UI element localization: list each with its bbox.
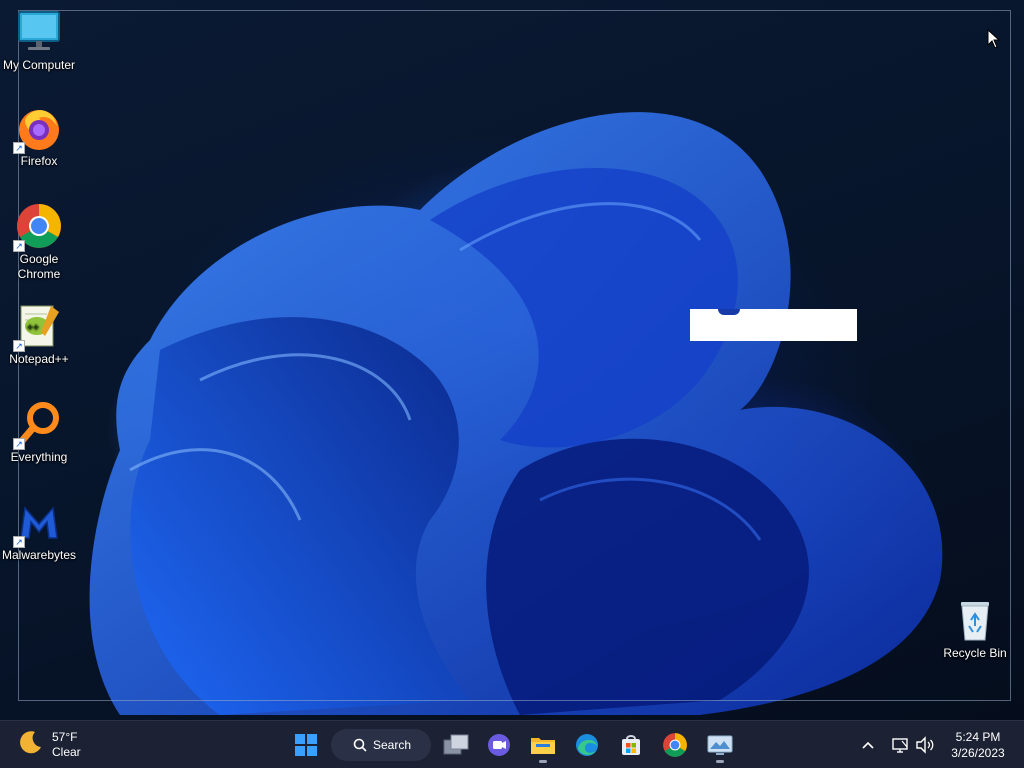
shortcut-arrow-icon: ↗ xyxy=(13,142,25,154)
show-hidden-icons-button[interactable] xyxy=(858,721,878,768)
network-icon xyxy=(892,738,908,753)
clock[interactable]: 5:24 PM 3/26/2023 xyxy=(942,729,1014,761)
desktop-icon-notepad-plus-plus[interactable]: ++ ↗ Notepad++ xyxy=(1,302,77,367)
recycle-bin-icon xyxy=(951,596,999,644)
chrome-icon xyxy=(663,733,687,757)
firefox-icon: ↗ xyxy=(13,104,63,154)
desktop-icon-label: Firefox xyxy=(20,154,58,168)
start-button[interactable] xyxy=(288,727,324,763)
clock-date: 3/26/2023 xyxy=(951,746,1005,760)
desktop-wallpaper xyxy=(0,0,1024,720)
mouse-cursor-icon xyxy=(987,28,1001,53)
notepad-plus-plus-icon: ++ ↗ xyxy=(13,302,63,352)
running-indicator xyxy=(539,760,547,763)
desktop-icon-firefox[interactable]: ↗ Firefox xyxy=(1,104,77,169)
desktop-icon-label: Notepad++ xyxy=(9,352,69,366)
svg-text:++: ++ xyxy=(27,322,39,333)
windows-logo-icon xyxy=(295,734,317,756)
photos-icon xyxy=(707,735,733,755)
running-indicator xyxy=(716,760,724,763)
popup-shape xyxy=(718,309,740,315)
shortcut-arrow-icon: ↗ xyxy=(13,240,25,252)
desktop-icon-label: Everything xyxy=(10,450,68,464)
shortcut-arrow-icon: ↗ xyxy=(13,536,25,548)
weather-condition: Clear xyxy=(52,744,81,759)
microsoft-store-button[interactable] xyxy=(613,727,649,763)
desktop-icon-label: My Computer xyxy=(2,58,76,72)
monitor-icon xyxy=(15,8,63,56)
chat-icon xyxy=(488,734,510,756)
desktop-icon-label: Google Chrome xyxy=(17,252,61,281)
volume-icon xyxy=(916,736,934,754)
search-label: Search xyxy=(373,738,412,752)
search-button[interactable]: Search xyxy=(331,729,431,761)
weather-temperature: 57°F xyxy=(52,729,78,744)
everything-search-icon: ↗ xyxy=(13,400,63,450)
file-explorer-button[interactable] xyxy=(525,727,561,763)
weather-widget[interactable]: 57°F Clear xyxy=(18,729,81,760)
desktop-icon-recycle-bin[interactable]: Recycle Bin xyxy=(937,596,1013,661)
malwarebytes-icon: ↗ xyxy=(13,498,63,548)
chevron-up-icon xyxy=(862,741,874,749)
blank-popup-box xyxy=(690,309,857,341)
edge-icon xyxy=(576,734,598,756)
folder-icon xyxy=(531,738,555,754)
volume-button[interactable] xyxy=(914,721,936,768)
task-view-icon xyxy=(443,734,469,755)
network-button[interactable] xyxy=(890,721,910,768)
edge-button[interactable] xyxy=(569,727,605,763)
store-icon xyxy=(622,735,640,755)
chrome-icon: ↗ xyxy=(13,202,63,252)
clock-time: 5:24 PM xyxy=(955,730,1001,744)
search-icon xyxy=(353,738,367,752)
shortcut-arrow-icon: ↗ xyxy=(13,438,25,450)
desktop-icon-label: Malwarebytes xyxy=(1,548,77,562)
moon-icon xyxy=(18,729,44,760)
desktop-icon-everything[interactable]: ↗ Everything xyxy=(1,400,77,465)
photos-button[interactable] xyxy=(702,727,738,763)
chrome-taskbar-button[interactable] xyxy=(657,727,693,763)
desktop-icon-label: Recycle Bin xyxy=(943,646,1007,660)
desktop-icon-google-chrome[interactable]: ↗ Google Chrome xyxy=(1,202,77,282)
desktop-icon-malwarebytes[interactable]: ↗ Malwarebytes xyxy=(1,498,77,563)
chat-button[interactable] xyxy=(481,727,517,763)
desktop-icon-my-computer[interactable]: My Computer xyxy=(1,8,77,73)
shortcut-arrow-icon: ↗ xyxy=(13,340,25,352)
task-view-button[interactable] xyxy=(438,727,474,763)
taskbar: 57°F Clear Search 5:24 PM 3/26/2023 xyxy=(0,720,1024,768)
